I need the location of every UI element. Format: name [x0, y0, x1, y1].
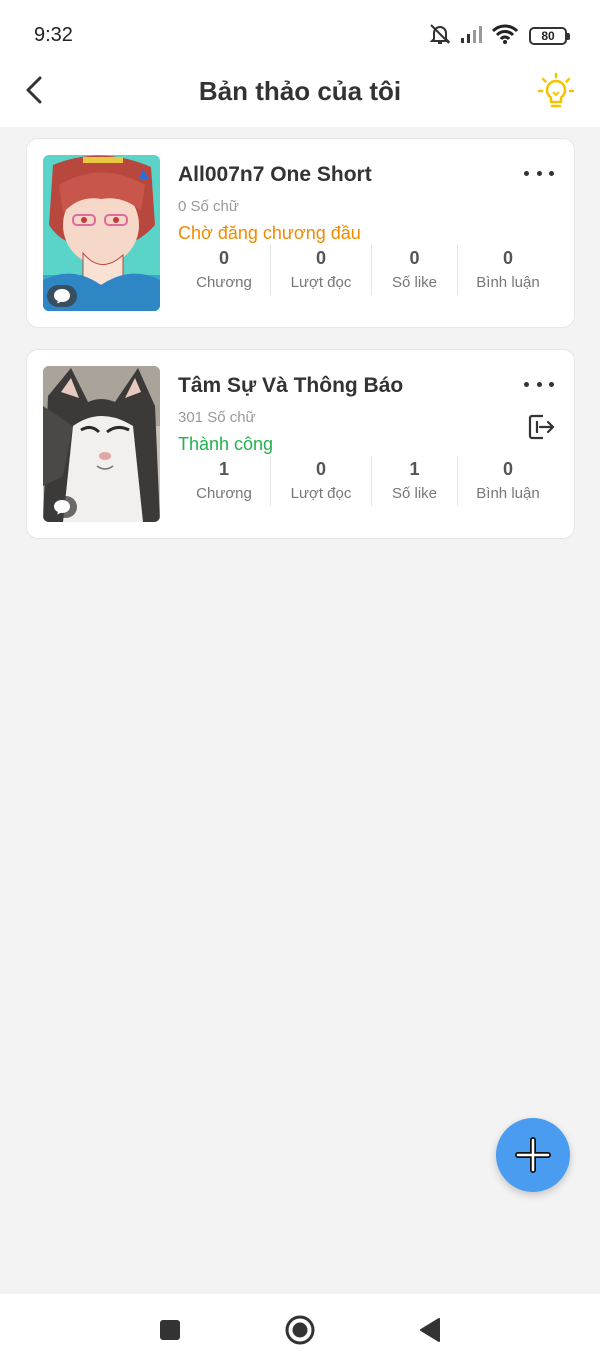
stat-chapters: 0 Chương: [178, 245, 270, 295]
more-dot: [536, 170, 542, 176]
circle-home-icon: [285, 1315, 315, 1345]
stat-label: Lượt đọc: [290, 274, 352, 291]
chat-bubble-icon: [47, 285, 77, 307]
page-title: Bản thảo của tôi: [198, 76, 402, 106]
signal-icon: [459, 24, 485, 49]
stat-value: 0: [409, 248, 420, 268]
more-options-button[interactable]: [524, 374, 554, 394]
stat-value: 0: [218, 248, 229, 268]
more-options-button[interactable]: [524, 163, 554, 183]
story-title[interactable]: Tâm Sự Và Thông Báo: [178, 374, 403, 398]
stat-value: 0: [315, 459, 326, 479]
more-dot: [549, 170, 554, 176]
status-label: Thành công: [178, 434, 274, 454]
stat-label: Chương: [196, 274, 252, 291]
status-icons: 80: [427, 22, 570, 51]
battery-indicator: 80: [529, 27, 570, 45]
triangle-back-icon: [420, 1318, 440, 1342]
wifi-icon: [491, 23, 519, 50]
more-dots-icon: [524, 170, 529, 176]
lightbulb-icon: [537, 72, 575, 108]
more-dot: [549, 381, 554, 387]
status-bar: 9:32 80: [0, 0, 600, 62]
stat-label: Lượt đọc: [290, 485, 352, 502]
story-title[interactable]: All007n7 One Short: [178, 163, 372, 187]
system-nav-bar: [0, 1294, 600, 1367]
draft-card[interactable]: Tâm Sự Và Thông Báo 301 Số chữ Thành côn…: [26, 349, 575, 539]
status-label: Chờ đăng chương đầu: [178, 223, 361, 243]
more-dots-icon: [524, 381, 529, 387]
tips-button[interactable]: [536, 72, 576, 112]
home-button[interactable]: [280, 1312, 320, 1348]
stat-label: Số like: [391, 274, 438, 291]
chat-bubble-icon: [47, 496, 77, 518]
add-draft-button[interactable]: [496, 1118, 570, 1192]
muted-bell-icon: [427, 22, 453, 51]
stat-label: Chương: [196, 485, 252, 502]
square-recents-icon: [160, 1320, 180, 1340]
stat-likes: 1 Số like: [371, 456, 457, 506]
stats-row: 1 Chương 0 Lượt đọc 1 Số like 0 Bình luậ…: [178, 456, 558, 506]
stat-label: Bình luận: [476, 485, 540, 502]
export-icon: [528, 414, 555, 440]
stat-reads: 0 Lượt đọc: [270, 245, 371, 295]
stat-value: 0: [502, 248, 513, 268]
app-header: Bản thảo của tôi: [0, 62, 600, 127]
recents-button[interactable]: [150, 1312, 190, 1348]
plus-icon: [515, 1137, 551, 1173]
stat-comments: 0 Bình luận: [457, 456, 558, 506]
stat-value: 0: [315, 248, 326, 268]
stat-value: 0: [502, 459, 513, 479]
stat-likes: 0 Số like: [371, 245, 457, 295]
nav-back-button[interactable]: [410, 1312, 450, 1348]
stat-label: Bình luận: [476, 274, 540, 291]
stat-label: Số like: [391, 485, 438, 502]
stat-value: 1: [218, 459, 229, 479]
top-bar: 9:32 80 Bản thảo của tôi: [0, 0, 600, 127]
story-cover-image[interactable]: [43, 155, 160, 311]
stat-chapters: 1 Chương: [178, 456, 270, 506]
stat-value: 1: [409, 459, 420, 479]
story-cover-image[interactable]: [43, 366, 160, 522]
stat-comments: 0 Bình luận: [457, 245, 558, 295]
word-count: 0 Số chữ: [178, 198, 239, 215]
more-dot: [536, 381, 542, 387]
export-button[interactable]: [526, 412, 556, 442]
draft-card[interactable]: All007n7 One Short 0 Số chữ Chờ đăng chư…: [26, 138, 575, 328]
word-count: 301 Số chữ: [178, 409, 256, 426]
stats-row: 0 Chương 0 Lượt đọc 0 Số like 0 Bình luậ…: [178, 245, 558, 295]
stat-reads: 0 Lượt đọc: [270, 456, 371, 506]
status-time: 9:32: [34, 24, 73, 46]
